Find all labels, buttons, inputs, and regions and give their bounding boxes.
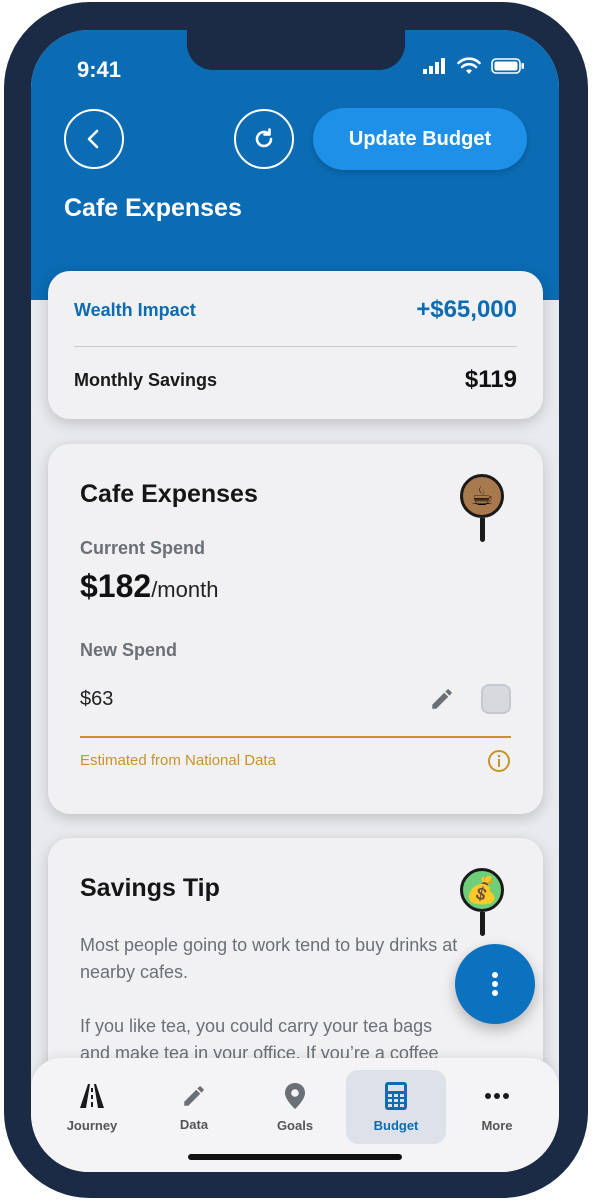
chevron-left-icon [87, 129, 99, 149]
page-title: Cafe Expenses [64, 194, 242, 222]
wealth-impact-value: +$65,000 [416, 296, 517, 323]
more-vertical-icon [492, 972, 498, 996]
mute-switch [4, 247, 10, 295]
money-bag-icon: 💰 [460, 868, 504, 912]
refresh-button[interactable] [234, 109, 294, 169]
current-spend: $182 /month [80, 568, 218, 605]
nav-budget[interactable]: Budget [346, 1070, 446, 1144]
pencil-icon[interactable] [429, 686, 455, 712]
tip-paragraph-1: Most people going to work tend to buy dr… [80, 935, 458, 982]
status-time: 9:41 [77, 57, 122, 82]
estimate-note: Estimated from National Data [80, 752, 276, 769]
back-button[interactable] [64, 109, 124, 169]
monthly-savings-label: Monthly Savings [74, 369, 218, 390]
wealth-impact-label: Wealth Impact [74, 299, 196, 320]
map-pin-icon [285, 1082, 305, 1109]
coffee-pin-icon: ☕ [460, 474, 504, 542]
nav-goals-label: Goals [276, 1117, 314, 1133]
refresh-icon [255, 128, 273, 148]
app-screen: 9:41 Update Budget Cafe Expenses Wealth … [31, 30, 559, 1172]
wealth-impact-row: Wealth Impact +$65,000 [74, 293, 517, 327]
monthly-savings-value: $119 [464, 366, 517, 393]
more-horizontal-icon [485, 1092, 509, 1099]
divider [74, 346, 517, 347]
nav-journey-label: Journey [66, 1117, 118, 1133]
new-spend-label: New Spend [80, 640, 178, 660]
nav-budget-label: Budget [373, 1117, 419, 1133]
nav-journey[interactable]: Journey [42, 1070, 142, 1144]
status-icons [423, 57, 525, 75]
current-spend-unit: /month [151, 577, 219, 602]
new-spend-input[interactable]: $63 [80, 688, 113, 711]
road-icon [80, 1083, 104, 1108]
update-budget-button[interactable]: Update Budget [313, 108, 527, 170]
nav-goals[interactable]: Goals [245, 1070, 345, 1144]
new-spend-field[interactable]: $63 [80, 676, 511, 738]
volume-down-button [4, 447, 10, 537]
volume-up-button [4, 332, 10, 422]
monthly-savings-row: Monthly Savings $119 [74, 363, 517, 397]
current-spend-label: Current Spend [80, 538, 206, 558]
money-bag-pin-icon: 💰 [460, 868, 504, 936]
tip-card-title: Savings Tip [80, 874, 220, 902]
impact-summary-card: Wealth Impact +$65,000 Monthly Savings $… [48, 271, 543, 419]
confirm-checkbox[interactable] [481, 684, 511, 714]
battery-icon [491, 58, 524, 74]
home-indicator [188, 1154, 402, 1160]
more-actions-fab[interactable] [455, 944, 535, 1024]
nav-more-label: More [481, 1117, 513, 1133]
pencil-icon [184, 1085, 204, 1106]
signal-icon [423, 58, 445, 74]
cafe-card-title: Cafe Expenses [80, 480, 258, 508]
wifi-icon [457, 57, 481, 74]
coffee-cup-icon: ☕ [460, 474, 504, 518]
current-spend-value: $182 [80, 568, 152, 604]
nav-more[interactable]: More [447, 1070, 547, 1144]
calculator-icon [385, 1081, 407, 1110]
nav-data-label: Data [179, 1116, 209, 1132]
info-icon[interactable] [487, 749, 511, 773]
power-button [582, 364, 588, 484]
nav-data[interactable]: Data [144, 1070, 244, 1144]
device-notch [187, 30, 405, 70]
cafe-expenses-card: Cafe Expenses ☕ Current Spend $182 /mont… [48, 444, 543, 814]
